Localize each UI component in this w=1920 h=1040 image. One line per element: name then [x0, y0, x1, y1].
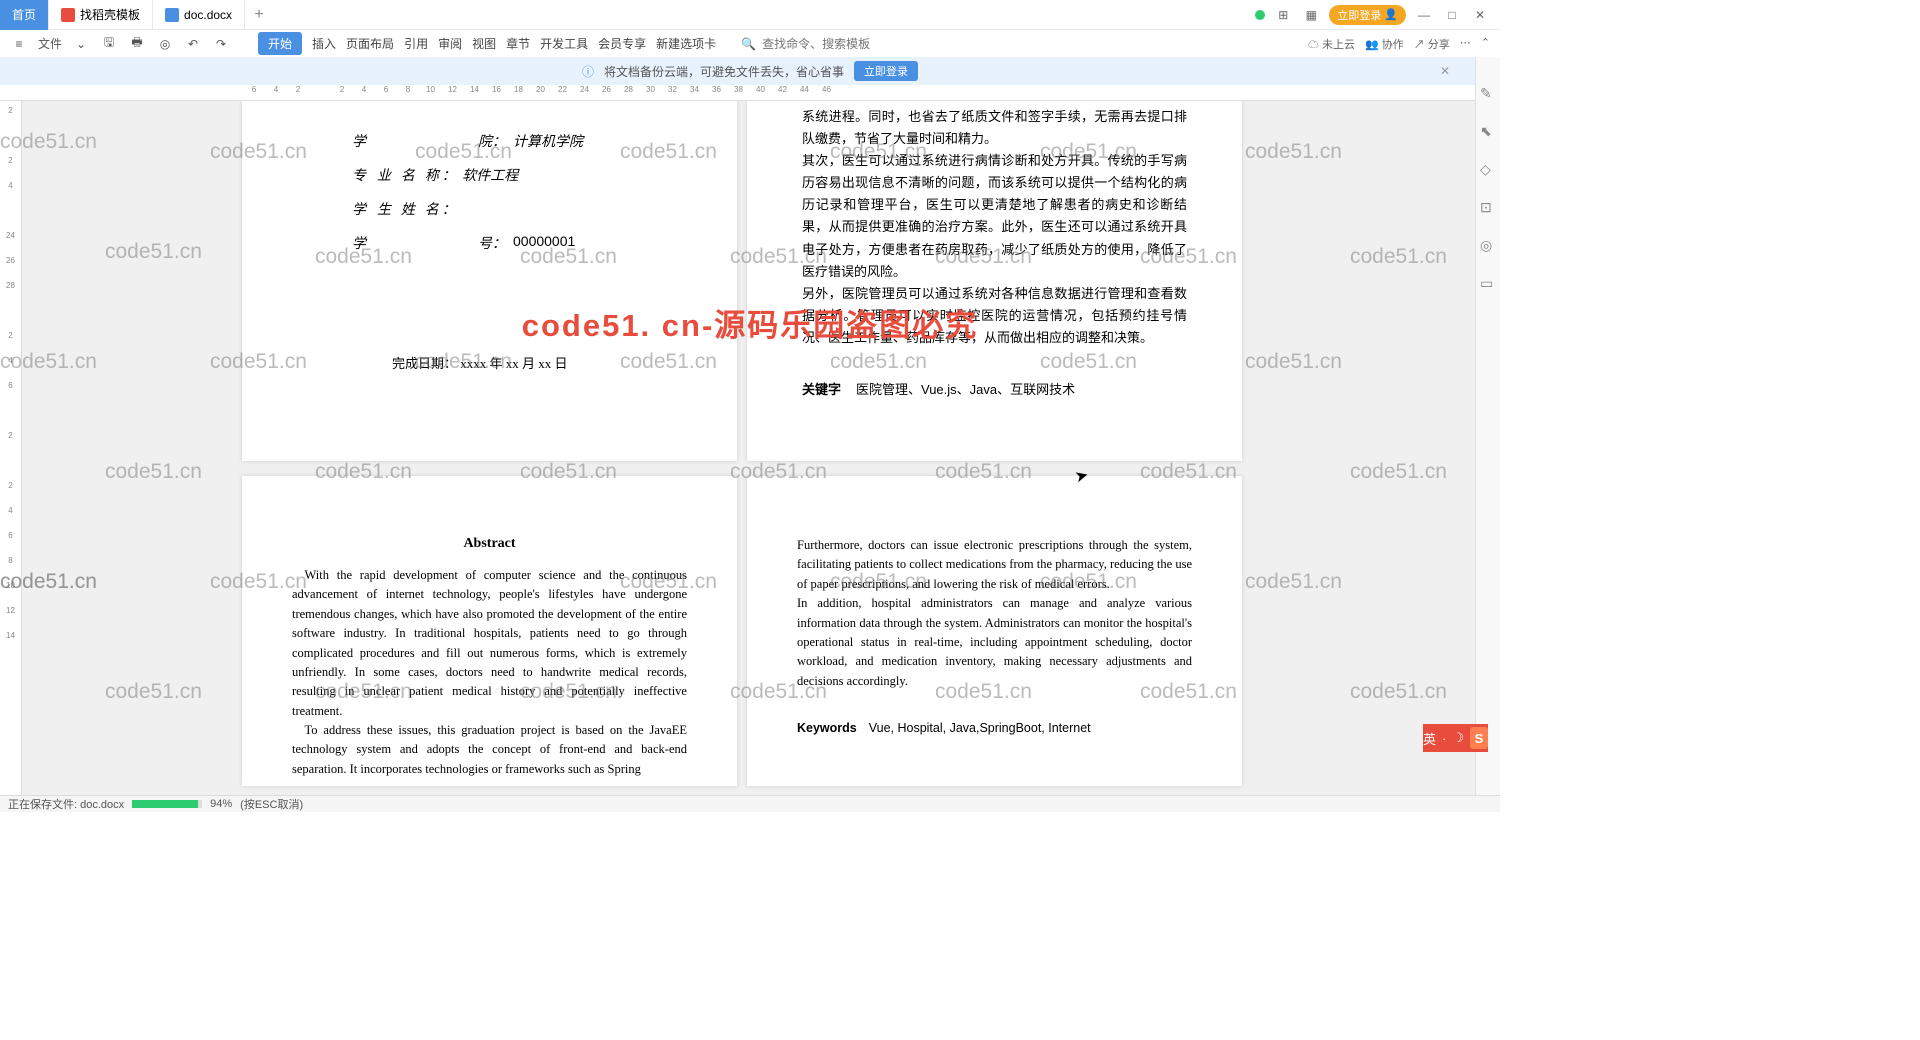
save-icon[interactable]: 🖫	[100, 35, 118, 53]
anti-theft-watermark: code51. cn-源码乐园盗图必究	[522, 300, 979, 345]
window-controls: ⊞ ▦ 立即登录👤 — □ ✕	[1255, 5, 1500, 25]
keywords-cn: 关键字医院管理、Vue.js、Java、互联网技术	[802, 379, 1187, 398]
search-input[interactable]	[762, 37, 902, 51]
resource-icon[interactable]: ⊡	[1480, 199, 1496, 215]
login-label: 立即登录	[1337, 7, 1381, 23]
menu-start[interactable]: 开始	[258, 32, 302, 55]
cloud-banner: ⓘ 将文档备份云端，可避免文件丢失，省心省事 立即登录 ✕	[0, 57, 1500, 85]
esc-hint: (按ESC取消)	[240, 796, 303, 812]
menu-reference[interactable]: 引用	[404, 35, 428, 52]
document-canvas[interactable]: 学院： 计算机学院 专业 名 称： 软件工程 学生 姓 名： 学号： 00000…	[22, 101, 1475, 795]
shape-icon[interactable]: ◇	[1480, 161, 1496, 177]
more-icon[interactable]: ⋯	[1460, 36, 1471, 52]
close-button[interactable]: ✕	[1470, 5, 1490, 25]
abstract-en-body-2: In addition, hospital administrators can…	[797, 594, 1192, 691]
file-menu[interactable]: 文件	[38, 35, 62, 52]
avatar-icon: 👤	[1384, 8, 1398, 21]
titlebar: 首页 找稻壳模板 doc.docx + ⊞ ▦ 立即登录👤 — □ ✕	[0, 0, 1500, 30]
ime-sogou-icon: S	[1470, 727, 1488, 749]
tab-label: 找稻壳模板	[80, 6, 140, 23]
completion-date: 完成日期： xxxx 年 xx 月 xx 日	[392, 353, 677, 372]
select-icon[interactable]: ⬉	[1480, 123, 1496, 139]
page-1: 学院： 计算机学院 专业 名 称： 软件工程 学生 姓 名： 学号： 00000…	[242, 101, 737, 461]
search-wrap: 🔍	[741, 37, 902, 51]
maximize-button[interactable]: □	[1442, 5, 1462, 25]
add-tab-button[interactable]: +	[245, 6, 273, 24]
search-icon: 🔍	[741, 37, 756, 51]
menu-review[interactable]: 审阅	[438, 35, 462, 52]
menu-newtab[interactable]: 新建选项卡	[656, 35, 716, 52]
banner-close-button[interactable]: ✕	[1440, 64, 1450, 78]
tab-label: doc.docx	[184, 8, 232, 22]
doc-icon	[165, 8, 179, 22]
menu-insert[interactable]: 插入	[312, 35, 336, 52]
page-3: Abstract With the rapid development of c…	[242, 476, 737, 786]
menu-member[interactable]: 会员专享	[598, 35, 646, 52]
edit-icon[interactable]: ✎	[1480, 85, 1496, 101]
menu-section[interactable]: 章节	[506, 35, 530, 52]
undo-icon[interactable]: ↶	[184, 35, 202, 53]
template-icon	[61, 8, 75, 22]
abstract-title: Abstract	[292, 536, 687, 552]
share-button[interactable]: ↗ 分享	[1414, 36, 1450, 52]
ime-dot-icon: ·	[1442, 731, 1446, 746]
menu-layout[interactable]: 页面布局	[346, 35, 394, 52]
right-panel: ✎ ⬉ ◇ ⊡ ◎ ▭	[1475, 57, 1500, 795]
expand-icon[interactable]: ⌃	[1481, 36, 1490, 52]
redo-icon[interactable]: ↷	[212, 35, 230, 53]
info-icon: ⓘ	[582, 63, 594, 80]
banner-text: 将文档备份云端，可避免文件丢失，省心省事	[604, 63, 844, 80]
save-percent: 94%	[210, 798, 232, 810]
grid-icon[interactable]: ⊞	[1273, 5, 1293, 25]
menu-icon[interactable]: ≡	[10, 35, 28, 53]
location-icon[interactable]: ◎	[1480, 237, 1496, 253]
statusbar: 正在保存文件: doc.docx 94% (按ESC取消)	[0, 795, 1500, 812]
tab-template[interactable]: 找稻壳模板	[49, 0, 153, 30]
menu-devtools[interactable]: 开发工具	[540, 35, 588, 52]
toolbar: ≡ 文件 ⌄ 🖫 🖶 ◎ ↶ ↷ 开始 插入 页面布局 引用 审阅 视图 章节 …	[0, 30, 1500, 57]
collab-button[interactable]: 👥 协作	[1365, 36, 1404, 52]
apps-icon[interactable]: ▦	[1301, 5, 1321, 25]
workspace: 22424262824622468101214 学院： 计算机学院 专业 名 称…	[0, 101, 1475, 795]
tab-doc[interactable]: doc.docx	[153, 0, 245, 30]
page-4: Furthermore, doctors can issue electroni…	[747, 476, 1242, 786]
cloud-status[interactable]: ☁ 未上云	[1308, 36, 1355, 52]
preview-icon[interactable]: ◎	[156, 35, 174, 53]
abstract-en-body: Furthermore, doctors can issue electroni…	[797, 536, 1192, 594]
reader-icon[interactable]: ▭	[1480, 275, 1496, 291]
menu-view[interactable]: 视图	[472, 35, 496, 52]
banner-login-button[interactable]: 立即登录	[854, 61, 918, 81]
ime-lang: 英	[1423, 729, 1436, 748]
chevron-down-icon[interactable]: ⌄	[72, 35, 90, 53]
vertical-ruler: 22424262824622468101214	[0, 101, 22, 795]
minimize-button[interactable]: —	[1414, 5, 1434, 25]
ime-moon-icon: ☽	[1452, 730, 1464, 746]
keywords-en: KeywordsVue, Hospital, Java,SpringBoot, …	[797, 721, 1192, 736]
tab-home[interactable]: 首页	[0, 0, 49, 30]
save-progress	[132, 800, 202, 808]
horizontal-ruler: 6422468101214161820222426283032343638404…	[0, 85, 1500, 101]
abstract-body-2: To address these issues, this graduation…	[292, 721, 687, 779]
status-dot-icon	[1255, 10, 1265, 20]
page-2: 系统进程。同时，也省去了纸质文件和签字手续，无需再去提口排队缴费，节省了大量时间…	[747, 101, 1242, 461]
login-button[interactable]: 立即登录👤	[1329, 5, 1406, 25]
saving-text: 正在保存文件: doc.docx	[8, 796, 124, 812]
ime-indicator[interactable]: 英 · ☽ S	[1423, 724, 1488, 752]
right-tools: ☁ 未上云 👥 协作 ↗ 分享 ⋯ ⌃	[1308, 36, 1490, 52]
abstract-body: With the rapid development of computer s…	[292, 566, 687, 721]
print-icon[interactable]: 🖶	[128, 35, 146, 53]
